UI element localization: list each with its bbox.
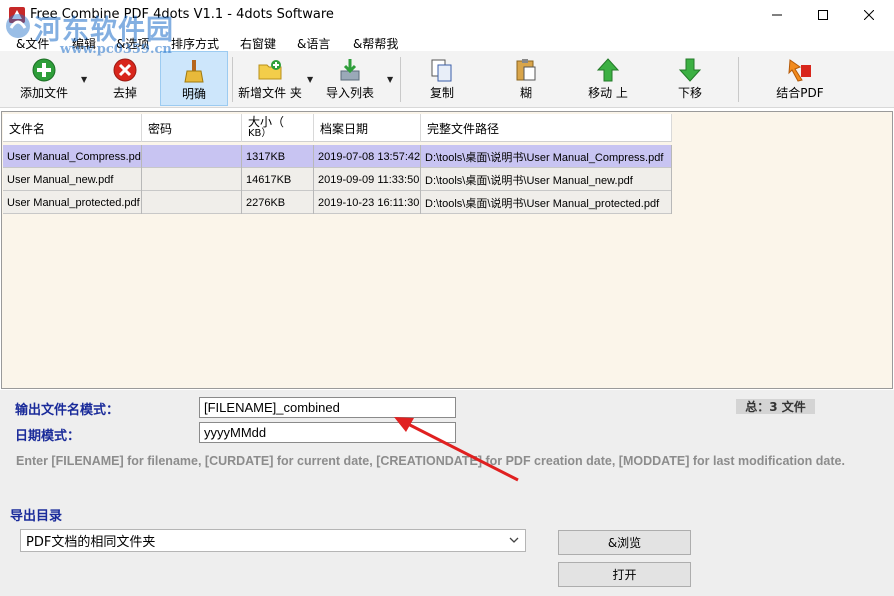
column-path[interactable]: 完整文件路径 (421, 114, 672, 142)
table-row[interactable]: User Manual_new.pdf 14617KB 2019-09-09 1… (3, 168, 672, 191)
column-filename[interactable]: 文件名 (3, 114, 142, 142)
cell-date: 2019-07-08 13:57:42 (314, 145, 421, 168)
cell-date: 2019-09-09 11:33:50 (314, 168, 421, 191)
paste-label: 糊 (519, 86, 532, 100)
column-password[interactable]: 密码 (142, 114, 242, 142)
new-folder-button[interactable]: 新增文件 夹 (236, 51, 304, 106)
minimize-button[interactable] (754, 0, 800, 30)
output-pattern-label: 输出文件名模式： (15, 403, 120, 418)
add-file-label: 添加文件 (19, 86, 68, 100)
menu-language[interactable]: &语言 (297, 35, 330, 52)
column-size[interactable]: 大小（ KB） (242, 114, 314, 142)
arrow-down-icon (678, 58, 702, 82)
combine-pdf-icon (788, 59, 811, 82)
paste-button[interactable]: 糊 (494, 51, 558, 106)
remove-button[interactable]: 去掉 (96, 51, 154, 106)
column-date[interactable]: 档案日期 (314, 114, 421, 142)
paste-icon (516, 59, 536, 81)
broom-icon (184, 60, 204, 83)
cell-path: D:\tools\桌面\说明书\User Manual_new.pdf (421, 168, 672, 191)
table-row[interactable]: User Manual_Compress.pdf 1317KB 2019-07-… (3, 145, 672, 168)
copy-button[interactable]: 复制 (410, 51, 474, 106)
cell-password (142, 145, 242, 168)
grid-header: 文件名 密码 大小（ KB） 档案日期 完整文件路径 (3, 114, 672, 142)
watermark-logo-icon (6, 14, 30, 38)
import-icon (340, 59, 360, 81)
cell-password (142, 168, 242, 191)
folder-add-icon (258, 60, 282, 80)
annotation-arrow-icon (394, 417, 519, 482)
export-dir-value: PDF文档的相同文件夹 (26, 535, 156, 550)
add-icon (32, 58, 56, 82)
maximize-icon (818, 10, 828, 20)
arrow-up-icon (596, 58, 620, 82)
move-down-label: 下移 (677, 86, 702, 100)
combine-pdf-label: 结合PDF (776, 86, 824, 100)
add-file-dropdown-icon[interactable]: ▼ (81, 75, 87, 84)
remove-label: 去掉 (112, 86, 137, 100)
toolbar-separator (738, 57, 739, 102)
cell-path: D:\tools\桌面\说明书\User Manual_protected.pd… (421, 191, 672, 214)
column-size-label: 大小（ (248, 115, 285, 129)
export-dir-label: 导出目录 (10, 509, 63, 524)
cell-size: 2276KB (242, 191, 314, 214)
cell-password (142, 191, 242, 214)
menu-context[interactable]: 右窗键 (240, 35, 276, 52)
close-button[interactable] (846, 0, 892, 30)
menu-help[interactable]: &帮帮我 (353, 35, 398, 52)
cell-filename: User Manual_Compress.pdf (3, 145, 142, 168)
date-pattern-label: 日期模式： (15, 429, 81, 444)
column-size-unit: KB） (248, 128, 272, 139)
move-down-button[interactable]: 下移 (658, 51, 722, 106)
import-list-button[interactable]: 导入列表 (318, 51, 382, 106)
import-list-label: 导入列表 (325, 86, 374, 100)
combine-pdf-button[interactable]: 结合PDF (764, 51, 836, 106)
file-list-area[interactable]: 文件名 密码 大小（ KB） 档案日期 完整文件路径 User Manual_C… (1, 111, 893, 389)
clear-label: 明确 (181, 87, 206, 101)
copy-label: 复制 (429, 86, 454, 100)
cell-path: D:\tools\桌面\说明书\User Manual_Compress.pdf (421, 145, 672, 168)
close-icon (864, 10, 874, 20)
toolbar-separator (232, 57, 233, 102)
remove-icon (113, 58, 137, 82)
export-dir-select[interactable]: PDF文档的相同文件夹 (20, 529, 526, 552)
clear-button[interactable]: 明确 (160, 51, 228, 106)
table-row[interactable]: User Manual_protected.pdf 2276KB 2019-10… (3, 191, 672, 214)
cell-filename: User Manual_protected.pdf (3, 191, 142, 214)
toolbar-separator (400, 57, 401, 102)
new-folder-label: 新增文件 夹 (238, 86, 302, 100)
add-file-button[interactable]: 添加文件 (10, 51, 78, 106)
browse-button[interactable]: &浏览 (558, 530, 691, 555)
watermark-url: www.pc0359.cn (60, 42, 172, 57)
toolbar: 添加文件 ▼ 去掉 明确 新增文件 夹 ▼ 导入列表 ▼ 复制 糊 移动 上 下… (0, 51, 894, 108)
copy-icon (431, 59, 452, 82)
move-up-button[interactable]: 移动 上 (576, 51, 640, 106)
move-up-label: 移动 上 (588, 86, 628, 100)
cell-size: 14617KB (242, 168, 314, 191)
new-folder-dropdown-icon[interactable]: ▼ (307, 75, 313, 84)
chevron-down-icon (509, 537, 519, 543)
cell-size: 1317KB (242, 145, 314, 168)
cell-filename: User Manual_new.pdf (3, 168, 142, 191)
import-list-dropdown-icon[interactable]: ▼ (387, 75, 393, 84)
menu-sort[interactable]: 排序方式 (171, 35, 219, 52)
cell-date: 2019-10-23 16:11:30 (314, 191, 421, 214)
minimize-icon (772, 14, 782, 16)
total-files-badge: 总：3 文件 (736, 399, 815, 414)
maximize-button[interactable] (800, 0, 846, 30)
open-button[interactable]: 打开 (558, 562, 691, 587)
